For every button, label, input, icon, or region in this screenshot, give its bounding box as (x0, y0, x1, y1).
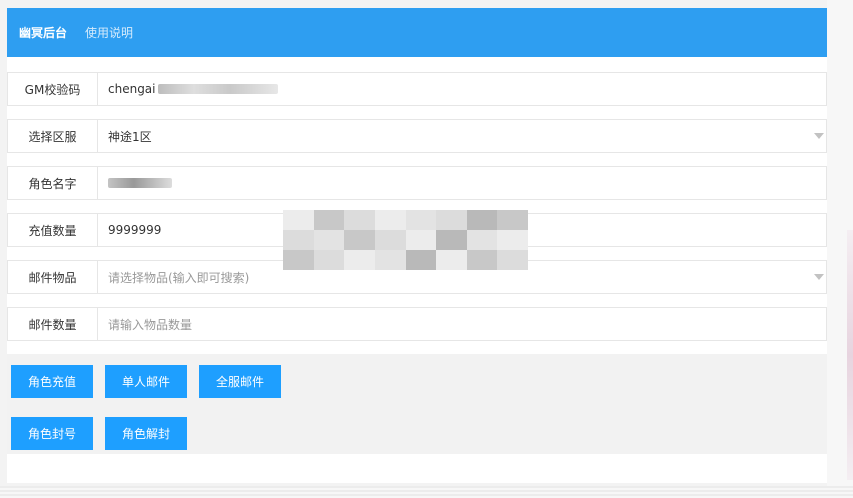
redacted-mosaic (283, 210, 528, 270)
region-select[interactable]: 神途1区 (98, 120, 826, 152)
gm-code-value: chengai (108, 82, 156, 96)
recharge-value: 9999999 (108, 223, 162, 237)
gm-form: GM校验码 chengai 选择区服 神途1区 角色名字 充值数量 999999… (7, 72, 827, 341)
gm-code-row: GM校验码 chengai (7, 72, 827, 106)
mail-item-label: 邮件物品 (8, 261, 98, 293)
top-nav: 幽冥后台 使用说明 (7, 8, 827, 57)
mail-qty-row: 邮件数量 请输入物品数量 (7, 307, 827, 341)
region-row: 选择区服 神途1区 (7, 119, 827, 153)
dropdown-arrow-icon[interactable] (814, 274, 824, 280)
action-area: 角色充值 单人邮件 全服邮件 角色封号 角色解封 (7, 354, 827, 454)
role-name-label: 角色名字 (8, 167, 98, 199)
ban-role-button[interactable]: 角色封号 (11, 417, 93, 450)
window-bottom-edge (0, 486, 853, 498)
dropdown-arrow-icon[interactable] (814, 133, 824, 139)
redacted-blur (157, 84, 278, 94)
recharge-label: 充值数量 (8, 214, 98, 246)
redacted-blur (108, 178, 172, 188)
role-recharge-button[interactable]: 角色充值 (11, 365, 93, 398)
mail-item-placeholder: 请选择物品(输入即可搜索) (108, 270, 250, 285)
role-name-row: 角色名字 (7, 166, 827, 200)
action-row-1: 角色充值 单人邮件 全服邮件 (11, 365, 823, 398)
server-mail-button[interactable]: 全服邮件 (199, 365, 281, 398)
single-mail-button[interactable]: 单人邮件 (105, 365, 187, 398)
edge-strip (847, 230, 853, 480)
gm-code-input[interactable]: chengai (98, 73, 826, 105)
nav-title[interactable]: 幽冥后台 (19, 24, 67, 41)
region-label: 选择区服 (8, 120, 98, 152)
region-value: 神途1区 (108, 129, 152, 144)
nav-help-link[interactable]: 使用说明 (85, 24, 133, 41)
unban-role-button[interactable]: 角色解封 (105, 417, 187, 450)
mail-qty-label: 邮件数量 (8, 308, 98, 340)
role-name-input[interactable] (98, 167, 826, 199)
gm-code-label: GM校验码 (8, 73, 98, 105)
mail-qty-placeholder: 请输入物品数量 (108, 317, 193, 332)
mail-qty-input[interactable]: 请输入物品数量 (98, 308, 826, 340)
action-row-2: 角色封号 角色解封 (11, 417, 823, 450)
window-edge (827, 0, 853, 498)
